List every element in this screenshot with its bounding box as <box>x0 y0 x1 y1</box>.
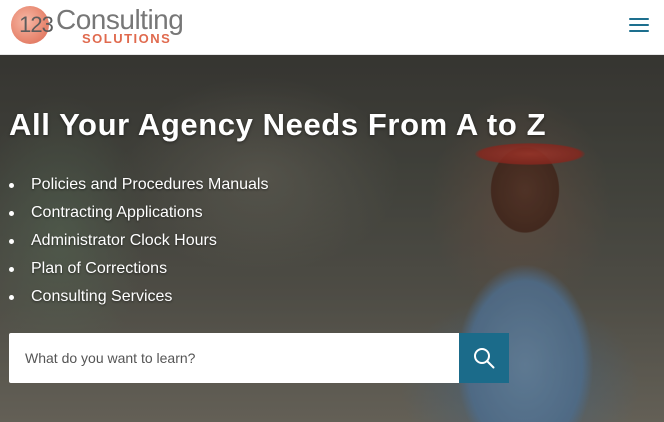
site-header: 123 Consulting SOLUTIONS <box>0 0 664 55</box>
bullet-icon <box>9 238 14 244</box>
bullet-icon <box>9 210 14 216</box>
service-list: Policies and Procedures Manuals Contract… <box>9 171 268 311</box>
search-button[interactable] <box>459 333 509 383</box>
service-label: Policies and Procedures Manuals <box>31 176 269 193</box>
service-list-item: Policies and Procedures Manuals <box>9 171 268 199</box>
hero-banner: All Your Agency Needs From A to Z Polici… <box>0 55 664 422</box>
logo-wordmark: Consulting SOLUTIONS <box>56 3 184 46</box>
service-list-item: Plan of Corrections <box>9 255 268 283</box>
logo-tagline: SOLUTIONS <box>82 30 172 46</box>
logo-number: 123 <box>19 12 54 37</box>
search-input[interactable] <box>9 333 459 383</box>
hamburger-menu-icon[interactable] <box>628 16 650 34</box>
service-list-item: Administrator Clock Hours <box>9 227 268 255</box>
hero-title: All Your Agency Needs From A to Z <box>9 107 547 142</box>
bullet-icon <box>9 182 14 188</box>
service-list-item: Consulting Services <box>9 283 268 311</box>
search-form <box>9 333 509 383</box>
service-list-item: Contracting Applications <box>9 199 268 227</box>
search-icon <box>474 348 495 369</box>
service-label: Contracting Applications <box>31 204 203 221</box>
bullet-icon <box>9 266 14 272</box>
service-label: Consulting Services <box>31 288 173 305</box>
logo-badge: 123 <box>11 6 54 44</box>
bullet-icon <box>9 294 14 300</box>
logo-name: Consulting <box>56 3 184 35</box>
service-label: Administrator Clock Hours <box>31 232 217 249</box>
service-label: Plan of Corrections <box>31 260 168 277</box>
site-logo[interactable]: 123 Consulting SOLUTIONS <box>11 3 184 46</box>
